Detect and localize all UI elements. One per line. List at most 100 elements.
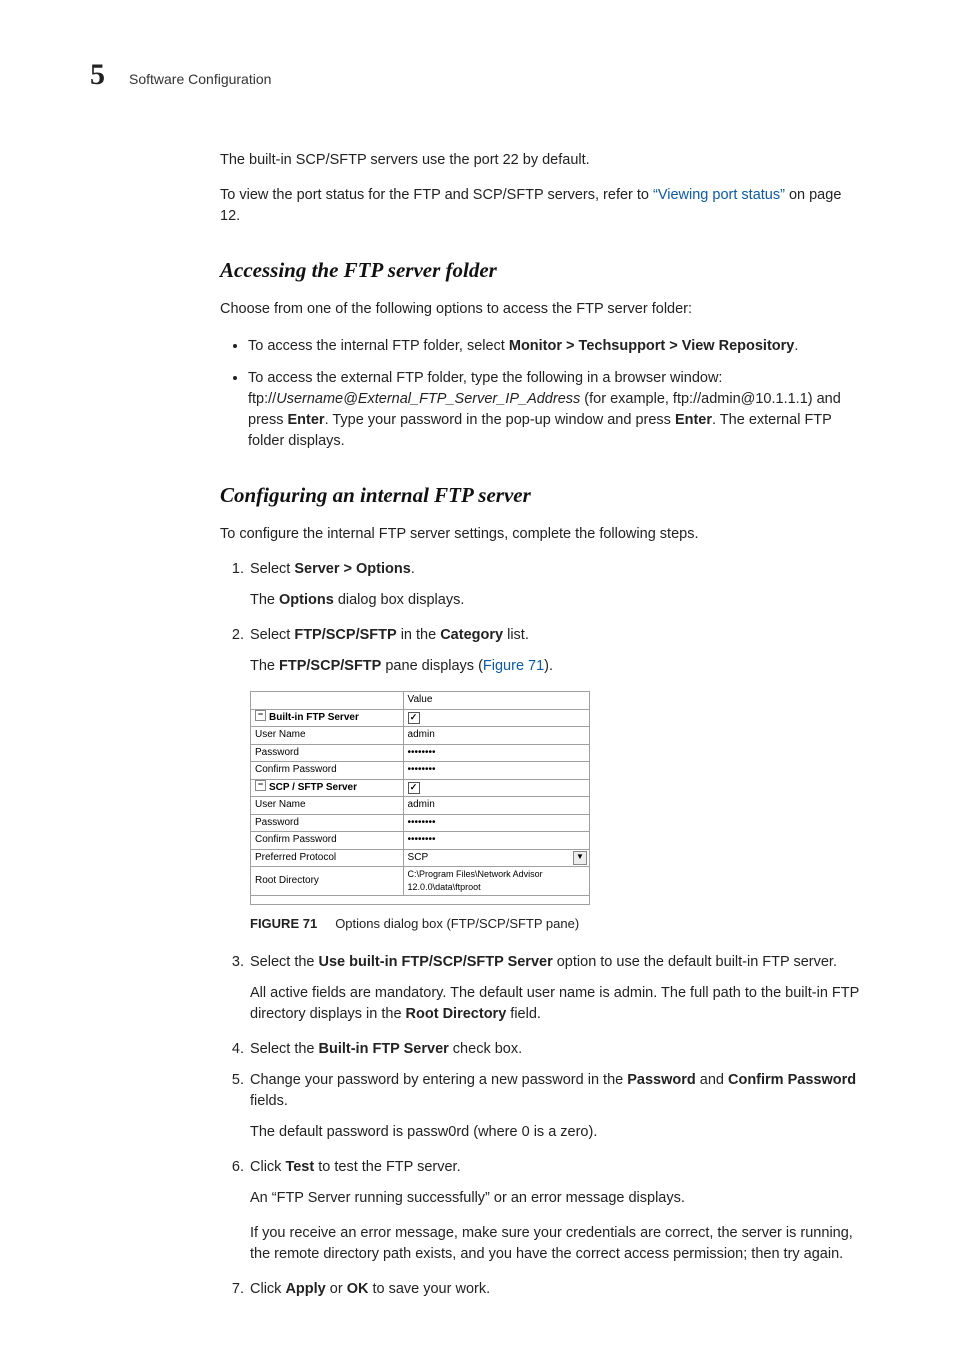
field-password: Password <box>627 1072 696 1088</box>
chapter-number: 5 <box>90 58 105 92</box>
cell-scp-pass[interactable]: •••••••• <box>403 814 589 832</box>
text: The <box>250 658 279 674</box>
procedure-steps: Select Server > Options. The Options dia… <box>220 559 864 1300</box>
intro-para-1: The built-in SCP/SFTP servers use the po… <box>220 150 864 171</box>
cell-password[interactable]: •••••••• <box>403 744 589 762</box>
text: Select the <box>250 954 319 970</box>
pane-name: FTP/SCP/SFTP <box>279 658 381 674</box>
option-name: Use built-in FTP/SCP/SFTP Server <box>319 954 553 970</box>
text: Select <box>250 561 294 577</box>
label: SCP / SFTP Server <box>269 782 357 793</box>
menu-path: Server > Options <box>294 561 410 577</box>
cell-scp-user[interactable]: admin <box>403 797 589 815</box>
key-enter: Enter <box>288 412 325 428</box>
text: To view the port status for the FTP and … <box>220 187 653 203</box>
step-4: Select the Built-in FTP Server check box… <box>248 1039 864 1060</box>
dialog-name: Options <box>279 592 334 608</box>
text: fields. <box>250 1093 288 1109</box>
heading-accessing-ftp: Accessing the FTP server folder <box>220 255 864 285</box>
text: check box. <box>449 1041 522 1057</box>
text: list. <box>503 627 529 643</box>
step-6-troubleshoot: If you receive an error message, make su… <box>250 1223 864 1265</box>
cell-user-name[interactable]: admin <box>403 727 589 745</box>
text: or <box>326 1281 347 1297</box>
step-3: Select the Use built-in FTP/SCP/SFTP Ser… <box>248 952 864 1025</box>
row-scp-user: User Name <box>251 797 404 815</box>
text: Select <box>250 627 294 643</box>
text: To access the internal FTP folder, selec… <box>248 338 509 354</box>
checkbox-checked-icon[interactable]: ✓ <box>408 712 420 724</box>
chevron-down-icon[interactable]: ▼ <box>573 851 587 865</box>
cell-root-directory[interactable]: C:\Program Files\Network Advisor 12.0.0\… <box>403 867 589 896</box>
page: 5 Software Configuration The built-in SC… <box>0 0 954 1370</box>
text: field. <box>506 1006 541 1022</box>
link-figure-71[interactable]: Figure 71 <box>483 658 544 674</box>
link-viewing-port-status[interactable]: “Viewing port status” <box>653 187 785 203</box>
field-name: Root Directory <box>406 1006 507 1022</box>
text: The <box>250 592 279 608</box>
button-ok: OK <box>347 1281 369 1297</box>
twisty-icon[interactable]: − <box>255 710 266 721</box>
text: and <box>696 1072 728 1088</box>
figure-label: FIGURE 71 <box>250 916 317 931</box>
text: in the <box>397 627 441 643</box>
chapter-title: Software Configuration <box>129 71 271 87</box>
text: Change your password by entering a new p… <box>250 1072 627 1088</box>
text: Click <box>250 1281 285 1297</box>
step-2-result: The FTP/SCP/SFTP pane displays (Figure 7… <box>250 656 864 677</box>
step-1: Select Server > Options. The Options dia… <box>248 559 864 611</box>
text: ). <box>544 658 553 674</box>
cell-confirm-password[interactable]: •••••••• <box>403 762 589 780</box>
bullet-internal-ftp: To access the internal FTP folder, selec… <box>248 335 864 357</box>
row-preferred-protocol: Preferred Protocol <box>251 849 404 867</box>
text: dialog box displays. <box>334 592 465 608</box>
label: Built-in FTP Server <box>269 712 359 723</box>
step-1-result: The Options dialog box displays. <box>250 590 864 611</box>
running-header: 5 Software Configuration <box>90 58 864 92</box>
text: All active fields are mandatory. The def… <box>250 985 859 1022</box>
cell-scp-conf[interactable]: •••••••• <box>403 832 589 850</box>
col-header-value: Value <box>403 692 589 710</box>
figure-caption: FIGURE 71 Options dialog box (FTP/SCP/SFT… <box>250 915 864 934</box>
step-6-result: An “FTP Server running successfully” or … <box>250 1188 864 1209</box>
row-user-name: User Name <box>251 727 404 745</box>
cell-scp-enabled[interactable]: ✓ <box>403 779 589 797</box>
step-5: Change your password by entering a new p… <box>248 1070 864 1143</box>
checkbox-name: Built-in FTP Server <box>319 1041 449 1057</box>
heading-configuring-internal-ftp: Configuring an internal FTP server <box>220 480 864 510</box>
text: . Type your password in the pop-up windo… <box>325 412 675 428</box>
row-scp-sftp[interactable]: −SCP / SFTP Server <box>251 779 404 797</box>
row-built-in-ftp[interactable]: −Built-in FTP Server <box>251 709 404 727</box>
field-confirm-password: Confirm Password <box>728 1072 856 1088</box>
list-name: Category <box>440 627 503 643</box>
text: Click <box>250 1159 285 1175</box>
category-name: FTP/SCP/SFTP <box>294 627 396 643</box>
key-enter: Enter <box>675 412 712 428</box>
checkbox-checked-icon[interactable]: ✓ <box>408 782 420 794</box>
text: . <box>794 338 798 354</box>
step-2: Select FTP/SCP/SFTP in the Category list… <box>248 625 864 934</box>
figure-title: Options dialog box (FTP/SCP/SFTP pane) <box>335 916 579 931</box>
sec1-bullets: To access the internal FTP folder, selec… <box>220 335 864 452</box>
row-password: Password <box>251 744 404 762</box>
value: SCP <box>408 852 429 863</box>
options-table: Value −Built-in FTP Server ✓ User Name a… <box>250 691 590 905</box>
sec2-lead: To configure the internal FTP server set… <box>220 524 864 545</box>
sec1-lead: Choose from one of the following options… <box>220 299 864 320</box>
step-6: Click Test to test the FTP server. An “F… <box>248 1157 864 1265</box>
text: option to use the default built-in FTP s… <box>553 954 837 970</box>
cell-ftp-enabled[interactable]: ✓ <box>403 709 589 727</box>
row-root-directory: Root Directory <box>251 867 404 896</box>
twisty-icon[interactable]: − <box>255 780 266 791</box>
ftp-url-template: Username@External_FTP_Server_IP_Address <box>276 391 580 407</box>
bullet-external-ftp: To access the external FTP folder, type … <box>248 367 864 452</box>
text: to test the FTP server. <box>314 1159 460 1175</box>
cell-preferred-protocol[interactable]: SCP ▼ <box>403 849 589 867</box>
row-scp-conf: Confirm Password <box>251 832 404 850</box>
figure-71: Value −Built-in FTP Server ✓ User Name a… <box>250 691 864 934</box>
step-3-note: All active fields are mandatory. The def… <box>250 983 864 1025</box>
step-5-note: The default password is passw0rd (where … <box>250 1122 864 1143</box>
row-confirm-password: Confirm Password <box>251 762 404 780</box>
body-column: The built-in SCP/SFTP servers use the po… <box>220 150 864 1300</box>
text: Select the <box>250 1041 319 1057</box>
